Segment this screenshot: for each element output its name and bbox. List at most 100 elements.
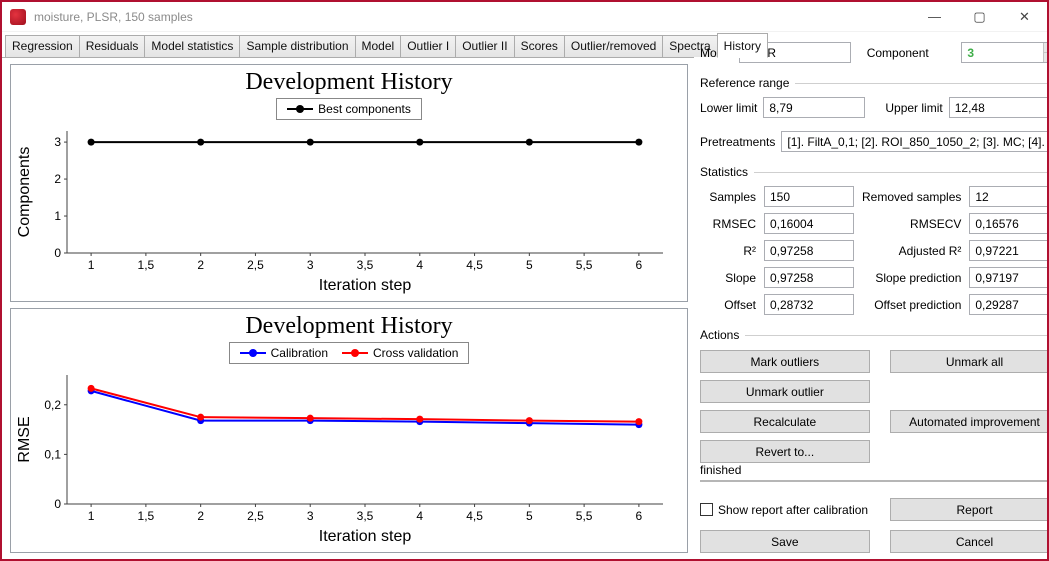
legend-label: Cross validation <box>373 346 458 360</box>
svg-text:0,2: 0,2 <box>44 398 61 412</box>
legend-dot-icon <box>351 349 359 357</box>
svg-text:5,5: 5,5 <box>576 509 593 523</box>
offset-prediction-field[interactable]: 0,29287 <box>969 294 1049 315</box>
recalculate-button[interactable]: Recalculate <box>700 410 870 433</box>
pretreatments-label: Pretreatments <box>700 135 775 149</box>
slope-prediction-label: Slope prediction <box>862 271 961 285</box>
window-title: moisture, PLSR, 150 samples <box>34 10 193 24</box>
slope-label: Slope <box>700 271 756 285</box>
tab-outlier-ii[interactable]: Outlier II <box>455 35 514 57</box>
minimize-button[interactable]: — <box>912 2 957 32</box>
component-value: 3 <box>962 46 974 60</box>
component-spinner[interactable]: 3 ▲ ▼ <box>961 42 1049 63</box>
legend-row: Best components <box>15 98 683 120</box>
show-report-label: Show report after calibration <box>718 503 868 517</box>
main-area: Regression Residuals Model statistics Sa… <box>2 32 1047 559</box>
svg-text:4: 4 <box>416 509 423 523</box>
rmsecv-field[interactable]: 0,16576 <box>969 213 1049 234</box>
reference-range-label: Reference range <box>700 76 789 90</box>
pretreatments-field[interactable]: [1]. FiltA_0,1; [2]. ROI_850_1050_2; [3]… <box>781 131 1049 152</box>
svg-text:2,5: 2,5 <box>247 509 264 523</box>
svg-text:2: 2 <box>54 172 61 186</box>
unmark-outlier-button[interactable]: Unmark outlier <box>700 380 870 403</box>
axes: 11,522,533,544,555,5600,10,2 <box>44 375 663 523</box>
legend-item-calibration: Calibration <box>240 346 328 360</box>
tab-sample-distribution[interactable]: Sample distribution <box>239 35 355 57</box>
series-calibration <box>88 387 643 428</box>
reference-range-row: Lower limit 8,79 Upper limit 12,48 <box>700 97 1049 118</box>
spinner-down-icon[interactable]: ▼ <box>1043 53 1049 62</box>
legend-marker-icon <box>240 352 266 354</box>
r2-label: R² <box>700 244 756 258</box>
upper-limit-field[interactable]: 12,48 <box>949 97 1049 118</box>
chart-legend: Best components <box>276 98 422 120</box>
rmsec-field[interactable]: 0,16004 <box>764 213 854 234</box>
tab-outlier-i[interactable]: Outlier I <box>400 35 456 57</box>
svg-text:3: 3 <box>54 135 61 149</box>
upper-limit-label: Upper limit <box>885 101 942 115</box>
components-history-plot: 11,522,533,544,555,560123Iteration stepC… <box>15 121 679 299</box>
tab-scores[interactable]: Scores <box>514 35 565 57</box>
slope-prediction-field[interactable]: 0,97197 <box>969 267 1049 288</box>
actions-label: Actions <box>700 328 739 342</box>
svg-text:5: 5 <box>526 258 533 272</box>
report-button[interactable]: Report <box>890 498 1049 521</box>
rmse-history-plot: 11,522,533,544,555,5600,10,2Iteration st… <box>15 365 679 550</box>
close-button[interactable]: ✕ <box>1002 2 1047 32</box>
slope-field[interactable]: 0,97258 <box>764 267 854 288</box>
legend-item-cross-validation: Cross validation <box>342 346 458 360</box>
tab-regression[interactable]: Regression <box>5 35 80 57</box>
spinner-up-icon[interactable]: ▲ <box>1043 43 1049 53</box>
components-history-chart: Development History Best components 11,5… <box>10 64 688 302</box>
offset-prediction-label: Offset prediction <box>862 298 961 312</box>
legend-marker-icon <box>287 108 313 110</box>
svg-text:0: 0 <box>54 246 61 260</box>
svg-text:0,1: 0,1 <box>44 447 61 461</box>
cancel-button[interactable]: Cancel <box>890 530 1049 553</box>
mark-outliers-button[interactable]: Mark outliers <box>700 350 870 373</box>
chart-title: Development History <box>15 311 683 341</box>
group-divider <box>745 335 1049 336</box>
charts-area: Development History Best components 11,5… <box>2 58 694 559</box>
svg-text:3,5: 3,5 <box>357 509 374 523</box>
statistics-header: Statistics <box>700 165 1049 179</box>
tab-outlier-removed[interactable]: Outlier/removed <box>564 35 663 57</box>
tab-history[interactable]: History <box>717 33 768 58</box>
legend-item-best-components: Best components <box>287 102 411 116</box>
tab-model-statistics[interactable]: Model statistics <box>144 35 240 57</box>
svg-text:3: 3 <box>307 509 314 523</box>
legend-label: Calibration <box>271 346 328 360</box>
save-button[interactable]: Save <box>700 530 870 553</box>
group-divider <box>795 83 1049 84</box>
rmsecv-label: RMSECV <box>862 217 961 231</box>
tab-residuals[interactable]: Residuals <box>79 35 146 57</box>
app-icon <box>10 9 26 25</box>
offset-field[interactable]: 0,28732 <box>764 294 854 315</box>
unmark-all-button[interactable]: Unmark all <box>890 350 1049 373</box>
pretreatments-row: Pretreatments [1]. FiltA_0,1; [2]. ROI_8… <box>700 131 1049 152</box>
automated-improvement-button[interactable]: Automated improvement <box>890 410 1049 433</box>
removed-samples-field[interactable]: 12 <box>969 186 1049 207</box>
adjusted-r2-field[interactable]: 0,97221 <box>969 240 1049 261</box>
svg-text:5,5: 5,5 <box>576 258 593 272</box>
r2-field[interactable]: 0,97258 <box>764 240 854 261</box>
actions-buttons: Mark outliers Unmark all Unmark outlier … <box>700 350 1049 463</box>
statistics-label: Statistics <box>700 165 748 179</box>
x-axis-label: Iteration step <box>319 528 412 545</box>
y-axis-label: Components <box>16 147 33 238</box>
reference-range-header: Reference range <box>700 76 1049 90</box>
revert-to-button[interactable]: Revert to... <box>700 440 870 463</box>
progress-bar <box>700 480 1049 482</box>
show-report-option: Show report after calibration <box>700 503 870 517</box>
show-report-checkbox[interactable] <box>700 503 713 516</box>
lower-limit-field[interactable]: 8,79 <box>763 97 865 118</box>
y-axis-label: RMSE <box>16 416 33 462</box>
samples-label: Samples <box>700 190 756 204</box>
svg-text:4,5: 4,5 <box>466 509 483 523</box>
svg-text:1,5: 1,5 <box>138 258 155 272</box>
svg-text:2,5: 2,5 <box>247 258 264 272</box>
svg-text:5: 5 <box>526 509 533 523</box>
maximize-button[interactable]: ▢ <box>957 2 1002 32</box>
tab-model[interactable]: Model <box>355 35 402 57</box>
samples-field[interactable]: 150 <box>764 186 854 207</box>
